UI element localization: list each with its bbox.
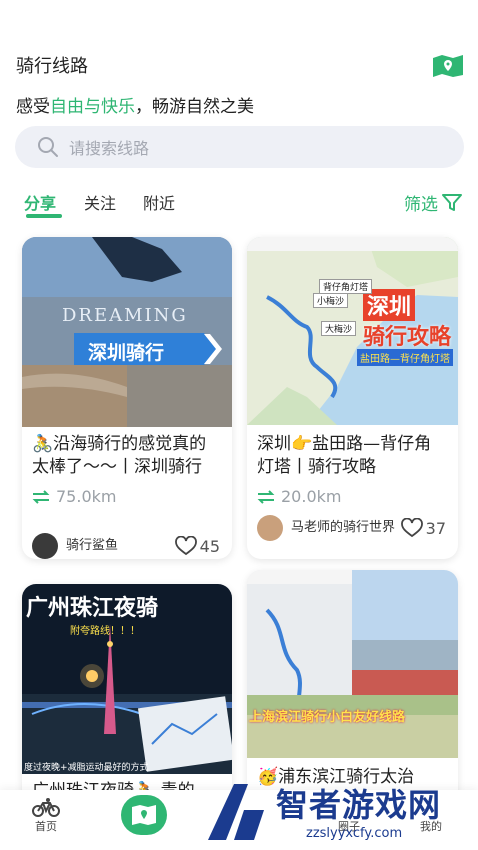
route-map-icon (132, 805, 156, 825)
route-cover-image: 广州珠江夜骑 附夸路线！！！ 度过夜晚+减脂运动最好的方式 (22, 584, 232, 774)
map-label: 小梅沙 (313, 293, 349, 308)
tab-follow[interactable]: 关注 (84, 190, 116, 214)
page-title: 骑行线路 (16, 56, 88, 77)
route-cover-image: 上海滨江骑行小白友好线路 (247, 570, 458, 758)
distance-icon (257, 489, 275, 504)
search-icon (38, 137, 58, 157)
distance-icon (32, 489, 50, 504)
avatar[interactable] (257, 515, 283, 541)
map-label: 大梅沙 (321, 321, 357, 336)
route-distance: 75.0km (22, 487, 232, 506)
cover-overlay-text: 深圳骑行 (88, 342, 165, 364)
watermark-url: zzslyyxcfy.com (306, 826, 403, 841)
heart-icon (174, 536, 197, 556)
route-card[interactable]: DREAMING 深圳骑行 🚴沿海骑行的感觉真的太棒了～～丨深圳骑行 75.0k… (22, 237, 232, 559)
search-bar[interactable]: 请搜索线路 (15, 126, 464, 168)
filter-button[interactable]: 筛选 (404, 190, 462, 215)
site-watermark: 智者游戏网 zzslyyxcfy.com (200, 776, 478, 850)
cover-overlay-text: 度过夜晚+减脂运动最好的方式 (24, 763, 149, 773)
bicycle-icon (32, 798, 60, 817)
page-subtitle: 感受自由与快乐，畅游自然之美 (16, 97, 254, 117)
route-title: 🚴沿海骑行的感觉真的太棒了～～丨深圳骑行 (32, 434, 207, 477)
route-cover-image: 深圳 骑行攻略 盐田路—背仔角灯塔 背仔角灯塔 小梅沙 大梅沙 (247, 237, 458, 425)
map-icon[interactable] (432, 54, 464, 78)
cover-overlay-text: 上海滨江骑行小白友好线路 (249, 710, 406, 725)
like-button[interactable]: 45 (174, 536, 220, 556)
route-footer: 骑行鲨鱼 45 (32, 533, 220, 559)
cover-overlay-text: 盐田路—背仔角灯塔 (357, 349, 453, 366)
tabbar-route-button[interactable] (121, 795, 167, 835)
feed-tabs: 分享 关注 附近 筛选 (24, 190, 464, 220)
route-distance: 20.0km (247, 487, 458, 506)
avatar[interactable] (32, 533, 58, 559)
tabbar-home-label: 首页 (35, 820, 57, 833)
route-title: 深圳👉盐田路—背仔角灯塔丨骑行攻略 (257, 434, 432, 477)
map-label: 背仔角灯塔 (319, 279, 373, 294)
heart-icon (400, 518, 423, 538)
watermark-name: 智者游戏网 (276, 786, 442, 824)
route-footer: 马老师的骑行世界 37 (257, 515, 446, 541)
filter-icon (442, 193, 462, 211)
tab-share[interactable]: 分享 (24, 190, 56, 214)
watermark-logo-icon (208, 784, 264, 840)
cover-overlay-text: DREAMING (62, 305, 188, 326)
author-name[interactable]: 骑行鲨鱼 (66, 537, 118, 555)
tabbar-home[interactable]: 首页 (32, 798, 60, 834)
cover-overlay-text: 骑行攻略 (363, 325, 452, 350)
search-input[interactable]: 请搜索线路 (69, 135, 149, 159)
author-name[interactable]: 马老师的骑行世界 (291, 519, 401, 537)
tab-active-indicator (26, 214, 62, 218)
route-cover-image: DREAMING 深圳骑行 (22, 237, 232, 427)
tab-nearby[interactable]: 附近 (143, 190, 175, 214)
cover-overlay-text: 附夸路线！！！ (70, 626, 140, 637)
like-button[interactable]: 37 (400, 518, 446, 538)
page-header: 骑行线路 感受自由与快乐，畅游自然之美 (16, 52, 464, 117)
route-card[interactable]: 深圳 骑行攻略 盐田路—背仔角灯塔 背仔角灯塔 小梅沙 大梅沙 深圳👉盐田路—背… (247, 237, 458, 559)
cover-overlay-text: 广州珠江夜骑 (26, 596, 159, 621)
